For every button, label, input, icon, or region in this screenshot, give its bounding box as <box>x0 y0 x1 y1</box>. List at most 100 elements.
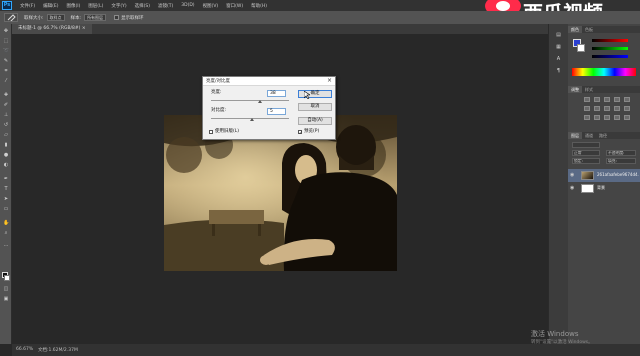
posterize-adjust-icon[interactable] <box>594 115 600 120</box>
layer-row-photo[interactable]: ◉ 261afaafebe9674d4... <box>568 169 640 182</box>
opacity-control[interactable]: 不透明度: <box>606 150 636 156</box>
lock-controls[interactable]: 锁定: <box>572 158 600 164</box>
healing-brush-tool-icon[interactable]: ✚ <box>3 92 9 98</box>
more-tools-icon[interactable]: … <box>3 242 9 248</box>
contrast-slider-thumb[interactable] <box>250 118 254 121</box>
pen-tool-icon[interactable]: ✒ <box>3 176 9 182</box>
menu-help[interactable]: 帮助(H) <box>251 3 267 9</box>
mouse-cursor-icon <box>304 91 310 99</box>
hand-tool-icon[interactable]: ✋ <box>3 220 9 226</box>
brush-tool-icon[interactable]: ✐ <box>3 102 9 108</box>
history-panel-icon[interactable]: ▤ <box>555 32 562 39</box>
exposure-adjust-icon[interactable] <box>614 97 620 102</box>
brightness-label: 亮度: <box>211 90 222 95</box>
menu-layer[interactable]: 图层(L) <box>88 3 103 9</box>
color-balance-adjust-icon[interactable] <box>594 106 600 111</box>
dialog-title: 亮度/对比度 <box>206 79 231 84</box>
hue-saturation-adjust-icon[interactable] <box>584 106 590 111</box>
fill-control[interactable]: 填充: <box>606 158 636 164</box>
crop-tool-icon[interactable]: ⌗ <box>3 68 9 74</box>
threshold-adjust-icon[interactable] <box>604 115 610 120</box>
adjustment-icons-grid <box>582 96 632 123</box>
paragraph-panel-icon[interactable]: ¶ <box>555 68 562 75</box>
menu-window[interactable]: 窗口(W) <box>226 3 243 9</box>
dodge-tool-icon[interactable]: ◐ <box>3 162 9 168</box>
use-legacy-checkbox[interactable] <box>209 130 213 134</box>
menu-type[interactable]: 文字(Y) <box>111 3 126 9</box>
contrast-input[interactable]: 5 <box>267 108 286 115</box>
curves-adjust-icon[interactable] <box>604 97 610 102</box>
background-color-swatch[interactable] <box>4 275 10 281</box>
path-select-tool-icon[interactable]: ➤ <box>3 196 9 202</box>
tab-styles[interactable]: 样式 <box>582 86 596 93</box>
levels-adjust-icon[interactable] <box>594 97 600 102</box>
blend-mode-select[interactable]: 正常 <box>572 150 600 156</box>
tab-swatches[interactable]: 色板 <box>582 26 596 33</box>
document-tab[interactable]: 未标题-1 @ 66.7% (RGB/8#) × <box>12 24 92 34</box>
gradient-map-adjust-icon[interactable] <box>614 115 620 120</box>
type-tool-icon[interactable]: T <box>3 186 9 192</box>
brightness-slider-thumb[interactable] <box>258 100 262 103</box>
blur-tool-icon[interactable]: ● <box>3 152 9 158</box>
clone-stamp-tool-icon[interactable]: ⊥ <box>3 112 9 118</box>
menu-file[interactable]: 文件(F) <box>20 3 35 9</box>
menu-image[interactable]: 图像(I) <box>66 3 80 9</box>
selective-color-adjust-icon[interactable] <box>624 115 630 120</box>
eye-icon[interactable]: ◉ <box>570 172 574 178</box>
vibrance-adjust-icon[interactable] <box>624 97 630 102</box>
layer-filter-select[interactable] <box>572 142 600 148</box>
tab-channels[interactable]: 通道 <box>582 132 596 139</box>
close-icon[interactable]: × <box>327 77 332 85</box>
invert-adjust-icon[interactable] <box>584 115 590 120</box>
tab-layers[interactable]: 图层 <box>568 132 582 139</box>
layer-row-background[interactable]: ◉ 背景 <box>568 182 640 195</box>
tab-adjustments[interactable]: 调整 <box>568 86 582 93</box>
eyedropper-tool-icon[interactable]: ⁄ <box>3 78 9 84</box>
black-white-adjust-icon[interactable] <box>604 106 610 111</box>
channel-mixer-adjust-icon[interactable] <box>624 106 630 111</box>
shape-tool-icon[interactable]: ▭ <box>3 206 9 212</box>
zoom-tool-icon[interactable]: ⌕ <box>3 230 9 236</box>
menu-3d[interactable]: 3D(D) <box>181 3 194 8</box>
brightness-input[interactable]: 38 <box>267 90 286 97</box>
layers-panel-tabs: 图层 通道 路径 <box>568 132 640 139</box>
cancel-button[interactable]: 取消 <box>298 103 332 111</box>
quick-select-tool-icon[interactable]: ✎ <box>3 58 9 64</box>
lasso-tool-icon[interactable]: ➰ <box>3 48 9 54</box>
tab-color[interactable]: 颜色 <box>568 26 582 33</box>
tab-paths[interactable]: 路径 <box>596 132 610 139</box>
gradient-tool-icon[interactable]: ▮ <box>3 142 9 148</box>
photo-filter-adjust-icon[interactable] <box>614 106 620 111</box>
right-panels: 颜色 色板 调整 样式 图层 通道 路径 正常 不透明度: 锁定: 填充: ◉ … <box>568 24 640 344</box>
brightness-slider-track[interactable] <box>211 100 289 101</box>
tools-panel: ✥ ⬚ ➰ ✎ ⌗ ⁄ ✚ ✐ ⊥ ↺ ▱ ▮ ● ◐ ✒ T ➤ ▭ ✋ ⌕ … <box>0 24 12 344</box>
green-slider[interactable] <box>592 47 628 50</box>
eye-icon[interactable]: ◉ <box>570 185 574 191</box>
history-brush-tool-icon[interactable]: ↺ <box>3 122 9 128</box>
character-panel-icon[interactable]: A <box>555 56 562 63</box>
menu-edit[interactable]: 编辑(E) <box>43 3 58 9</box>
color-spectrum-bar[interactable] <box>572 68 636 76</box>
menu-select[interactable]: 选择(S) <box>135 3 150 9</box>
color-panel-background[interactable] <box>577 44 585 52</box>
sample-select[interactable]: 所有图层 <box>84 14 107 21</box>
dialog-titlebar[interactable]: 亮度/对比度 × <box>203 77 335 86</box>
blue-slider[interactable] <box>592 55 628 58</box>
sample-size-select[interactable]: 取样点 <box>46 14 65 21</box>
eyedropper-tool-preset[interactable] <box>4 13 18 23</box>
menu-filter[interactable]: 滤镜(T) <box>158 3 173 9</box>
show-ring-checkbox[interactable] <box>114 15 120 20</box>
brightness-adjust-icon[interactable] <box>584 97 590 102</box>
red-slider[interactable] <box>592 39 628 42</box>
screen-mode-icon[interactable]: ▣ <box>3 296 9 302</box>
eraser-tool-icon[interactable]: ▱ <box>3 132 9 138</box>
marquee-tool-icon[interactable]: ⬚ <box>3 38 9 44</box>
preview-checkbox[interactable]: ✓ <box>298 130 302 135</box>
document-info: 文档:1.62M/2.37M <box>38 348 78 353</box>
zoom-level[interactable]: 66.67% <box>16 347 33 352</box>
auto-button[interactable]: 自动(A) <box>298 117 332 125</box>
properties-panel-icon[interactable]: ▦ <box>555 44 562 51</box>
menu-view[interactable]: 视图(V) <box>203 3 219 9</box>
quick-mask-icon[interactable]: ◫ <box>3 286 9 292</box>
move-tool-icon[interactable]: ✥ <box>3 28 9 34</box>
